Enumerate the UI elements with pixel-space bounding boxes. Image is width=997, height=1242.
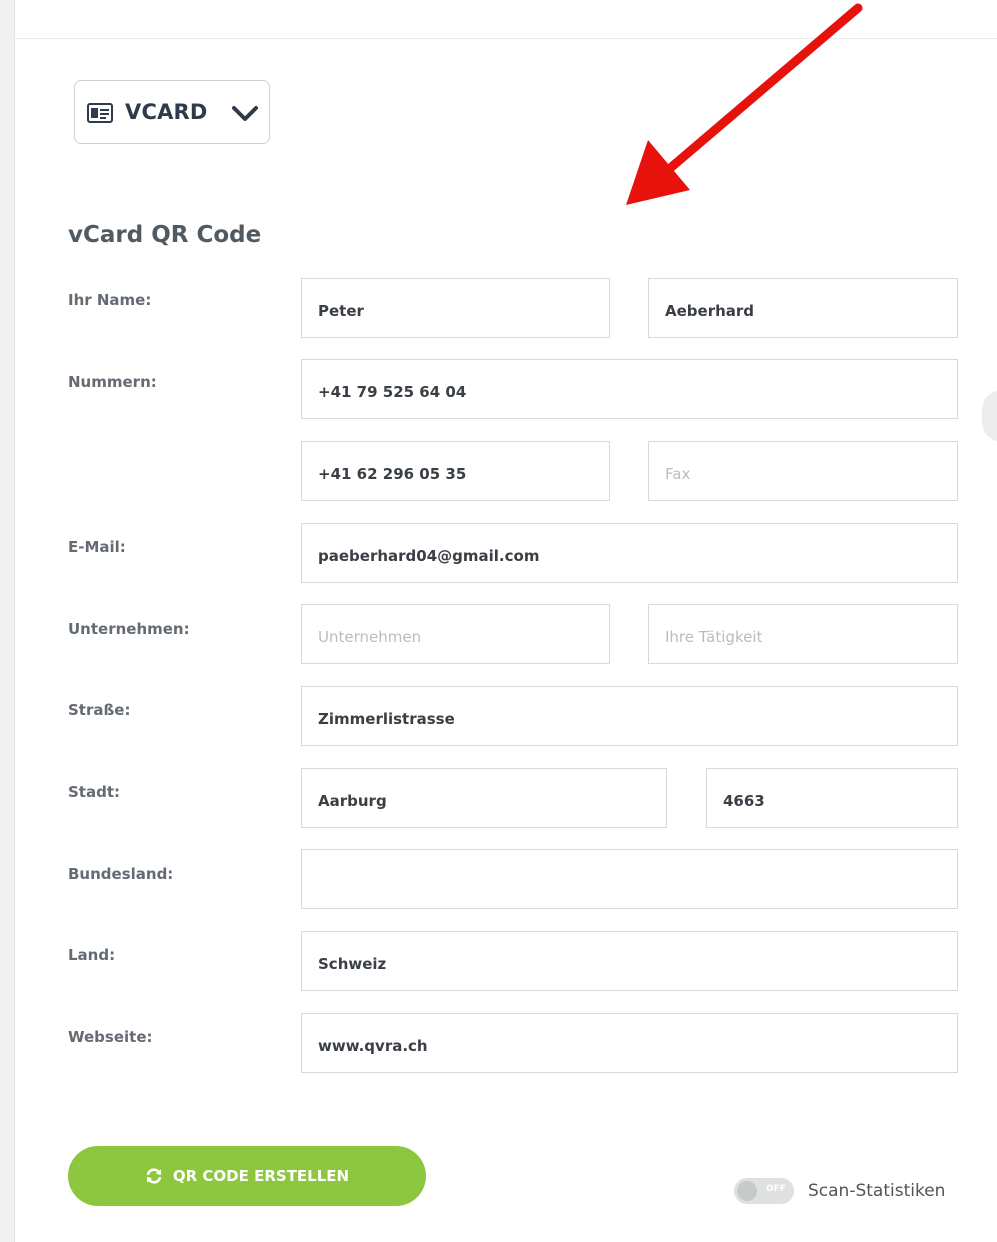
last-name-field[interactable] bbox=[648, 278, 958, 338]
scan-statistics-label: Scan-Statistiken bbox=[808, 1181, 946, 1201]
website-field[interactable] bbox=[301, 1013, 958, 1073]
qr-type-dropdown[interactable]: VCARD bbox=[74, 80, 270, 144]
country-label: Land: bbox=[68, 946, 116, 964]
fax-field[interactable] bbox=[648, 441, 958, 501]
mobile-field[interactable] bbox=[301, 359, 958, 419]
page-title: vCard QR Code bbox=[68, 222, 262, 248]
website-label: Webseite: bbox=[68, 1028, 153, 1046]
side-floating-button[interactable] bbox=[982, 390, 997, 442]
dropdown-label: VCARD bbox=[125, 100, 208, 124]
create-qr-button-label: QR CODE ERSTELLEN bbox=[172, 1167, 350, 1185]
city-field[interactable] bbox=[301, 768, 667, 828]
numbers-label: Nummern: bbox=[68, 373, 157, 391]
street-field[interactable] bbox=[301, 686, 958, 746]
city-label: Stadt: bbox=[68, 783, 121, 801]
state-field[interactable] bbox=[301, 849, 958, 909]
first-name-field[interactable] bbox=[301, 278, 610, 338]
top-divider bbox=[14, 38, 997, 39]
name-label: Ihr Name: bbox=[68, 291, 152, 309]
left-panel-edge bbox=[0, 0, 15, 1242]
company-label: Unternehmen: bbox=[68, 620, 190, 638]
phone-field[interactable] bbox=[301, 441, 610, 501]
create-qr-button[interactable]: QR CODE ERSTELLEN bbox=[68, 1146, 426, 1206]
scan-statistics-toggle[interactable]: OFF bbox=[734, 1178, 794, 1204]
street-label: Straße: bbox=[68, 701, 131, 719]
state-label: Bundesland: bbox=[68, 865, 174, 883]
email-label: E-Mail: bbox=[68, 538, 126, 556]
chevron-down-icon bbox=[232, 106, 258, 121]
toggle-knob bbox=[737, 1181, 757, 1201]
toggle-state: OFF bbox=[766, 1184, 786, 1194]
job-field[interactable] bbox=[648, 604, 958, 664]
refresh-icon bbox=[146, 1168, 162, 1184]
vcard-icon bbox=[87, 103, 113, 123]
red-arrow-annotation bbox=[626, 3, 863, 205]
email-field[interactable] bbox=[301, 523, 958, 583]
company-field[interactable] bbox=[301, 604, 610, 664]
country-field[interactable] bbox=[301, 931, 958, 991]
zip-field[interactable] bbox=[706, 768, 958, 828]
